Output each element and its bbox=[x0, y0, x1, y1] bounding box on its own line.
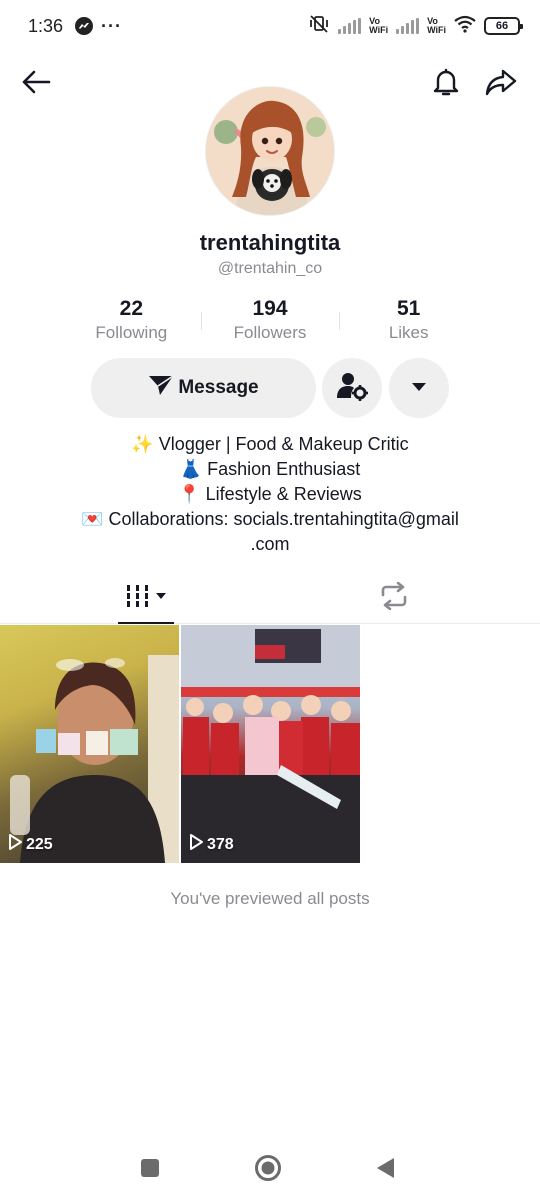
bio-line: .com bbox=[250, 534, 290, 554]
profile-bio: ✨ Vlogger | Food & Makeup Critic 👗 Fashi… bbox=[40, 432, 500, 557]
tab-reposts[interactable] bbox=[366, 572, 422, 624]
profile-handle: @trentahin_co bbox=[217, 260, 323, 277]
home-circle-icon[interactable] bbox=[254, 1154, 282, 1182]
video-view-count: 378 bbox=[207, 835, 234, 853]
caret-down-icon bbox=[411, 379, 427, 397]
stat-following[interactable]: 22 Following bbox=[62, 296, 201, 346]
vowifi-icon: Vo WiFi bbox=[369, 16, 389, 35]
video-thumbnail[interactable]: 378 bbox=[181, 625, 360, 863]
send-icon bbox=[148, 374, 174, 402]
bell-icon[interactable] bbox=[426, 62, 466, 102]
stat-likes[interactable]: 51 Likes bbox=[339, 296, 478, 346]
stat-label: Followers bbox=[233, 323, 307, 342]
active-tab-indicator bbox=[118, 622, 174, 624]
profile-display-name: trentahingtita bbox=[199, 230, 341, 255]
stat-label: Following bbox=[95, 323, 168, 342]
tab-videos[interactable] bbox=[118, 572, 174, 624]
video-view-count: 225 bbox=[26, 835, 53, 853]
signal-icon bbox=[338, 18, 362, 34]
avatar[interactable] bbox=[205, 86, 335, 216]
signal-icon bbox=[396, 18, 420, 34]
bio-line: ✨ Vlogger | Food & Makeup Critic bbox=[131, 434, 409, 454]
play-icon bbox=[8, 834, 22, 855]
status-bar: 1:36 ··· Vo WiFi Vo WiFi 66 bbox=[0, 0, 540, 52]
repost-icon bbox=[378, 581, 410, 615]
profile-stats: 22 Following 194 Followers 51 Likes bbox=[62, 296, 478, 346]
status-time: 1:36 bbox=[28, 15, 64, 36]
stat-value: 51 bbox=[397, 297, 421, 320]
video-views: 378 bbox=[189, 834, 234, 855]
vibrate-icon bbox=[308, 14, 330, 39]
grid-videos-icon bbox=[124, 583, 168, 614]
system-nav-bar bbox=[0, 1146, 540, 1186]
bio-line: 💌 Collaborations: socials.trentahingtita… bbox=[81, 509, 459, 529]
end-of-posts-note: You've previewed all posts bbox=[170, 889, 370, 908]
status-left-icons: ··· bbox=[75, 17, 122, 35]
friend-settings-button[interactable] bbox=[322, 358, 382, 418]
status-right-icons: Vo WiFi Vo WiFi 66 bbox=[308, 14, 523, 39]
more-options-button[interactable] bbox=[389, 358, 449, 418]
play-icon bbox=[189, 834, 203, 855]
back-arrow-icon[interactable] bbox=[16, 62, 56, 102]
vowifi-icon: Vo WiFi bbox=[427, 16, 446, 35]
messenger-icon bbox=[75, 17, 94, 35]
profile-tabs bbox=[0, 572, 540, 624]
message-button-label: Message bbox=[178, 377, 259, 398]
person-settings-icon bbox=[336, 371, 368, 406]
stat-value: 22 bbox=[119, 297, 144, 320]
video-thumbnail[interactable]: 225 bbox=[0, 625, 179, 863]
stat-value: 194 bbox=[252, 297, 288, 320]
back-triangle-icon[interactable] bbox=[371, 1154, 399, 1182]
message-button[interactable]: Message bbox=[91, 358, 316, 418]
share-icon[interactable] bbox=[481, 62, 521, 102]
bio-line: 📍 Lifestyle & Reviews bbox=[178, 484, 362, 504]
recents-square-icon[interactable] bbox=[136, 1154, 164, 1182]
stat-followers[interactable]: 194 Followers bbox=[200, 296, 340, 346]
stat-label: Likes bbox=[388, 323, 429, 342]
video-views: 225 bbox=[8, 834, 53, 855]
battery-icon: 66 bbox=[484, 17, 523, 35]
bio-line: 👗 Fashion Enthusiast bbox=[179, 459, 361, 479]
more-dots-icon: ··· bbox=[101, 16, 123, 36]
wifi-icon bbox=[454, 15, 476, 38]
